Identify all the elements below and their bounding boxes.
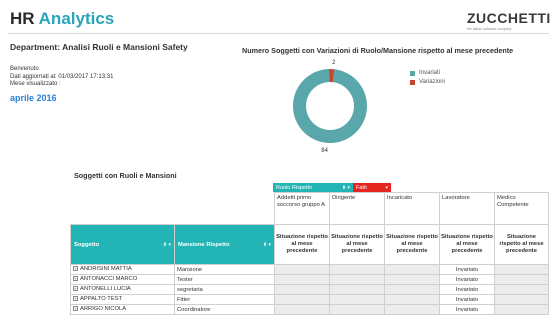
slice-label-variazioni: 2 [332,60,336,66]
info-block: Benvenuto Dati aggiornati al: 01/03/2017… [10,66,113,89]
cell-empty [274,274,330,285]
situation-header: Situazione rispetto al mese precedente [439,224,495,265]
header-divider [8,33,549,34]
situation-header: Situazione rispetto al mese precedente [384,224,440,265]
logo-wordmark: ZUCCHETTI [467,10,551,26]
table-row[interactable]: + ANTONELLI LUCIA segretaria Invariato [70,284,549,295]
welcome-text: Benvenuto [10,66,39,72]
updated-text: Dati aggiornati al: 01/03/2017 17:13:31 [10,73,114,80]
cell-empty [384,294,440,305]
corner-blank [70,192,275,225]
role-header: Medico Competente [494,192,549,225]
cell-empty [494,304,549,315]
cell-soggetto[interactable]: + ANTONACCI MARCO [70,274,175,285]
app-title-analytics: Analytics [38,9,115,28]
cell-empty [329,264,385,275]
soggetto-name: ANDRISINI MATTIA [80,266,132,273]
situation-header: Situazione rispetto al mese precedente [329,224,385,265]
soggetto-name: ANTONACCI MARCO [80,276,138,283]
column-header-soggetto[interactable]: Soggetto ⬍ ▾ [70,224,175,265]
legend-swatch [410,79,415,85]
soggetto-name: ANTONELLI LUCIA [80,286,131,293]
department-title: Department: Analisi Ruoli e Mansioni Saf… [10,42,188,52]
column-header-mansione[interactable]: Mansione Rispetto ⬍ ▾ [174,224,275,265]
role-header: Lavoratore [439,192,495,225]
cell-empty [274,284,330,295]
cell-status: Invariato [439,284,495,295]
month-value[interactable]: aprile 2016 [10,93,57,103]
slice-label-invariati: 84 [321,148,328,154]
cell-mansione: Mansione [174,264,275,275]
situation-header: Situazione rispetto al mese precedente [274,224,330,265]
soggetto-name: APPALTO TEST [80,296,123,303]
sort-filter-icon[interactable]: ⬍ ▾ [163,242,171,248]
donut-chart: 84 2 [293,60,367,154]
cell-status: Invariato [439,274,495,285]
cell-soggetto[interactable]: + APPALTO TEST [70,294,175,305]
filter-label: Fatti [356,184,367,191]
role-header: Incaricato [384,192,440,225]
cell-soggetto[interactable]: + ARRIGO NICOLA [70,304,175,315]
cell-soggetto[interactable]: + ANDRISINI MATTIA [70,264,175,275]
cell-mansione: segretaria [174,284,275,295]
table-row[interactable]: + ARRIGO NICOLA Coordinatore Invariato [70,304,549,315]
cell-status: Invariato [439,304,495,315]
cell-empty [329,304,385,315]
filter-fatti[interactable]: Fatti ▾ [353,183,391,192]
cell-empty [274,264,330,275]
table-row[interactable]: + ANDRISINI MATTIA Mansione Invariato [70,264,549,275]
filter-label: Ruolo Rispetto [276,184,313,191]
cell-empty [494,264,549,275]
legend-swatch [410,70,415,76]
legend-label: Variazioni [419,79,445,85]
filter-bar: Ruolo Rispetto ⬍ ▾ Fatti ▾ [273,183,391,192]
filter-dropdown-icon[interactable]: ▾ [385,185,388,191]
table-row[interactable]: + ANTONACCI MARCO Tester Invariato [70,274,549,285]
cell-empty [384,284,440,295]
cell-empty [384,274,440,285]
cell-status: Invariato [439,294,495,305]
expand-icon[interactable]: + [73,286,78,292]
cell-mansione: Fitter [174,294,275,305]
cell-empty [384,304,440,315]
app-title-hr: HR [10,9,35,28]
cell-empty [384,264,440,275]
expand-icon[interactable]: + [73,306,78,312]
header-label: Soggetto [74,241,100,248]
cell-empty [494,284,549,295]
cell-mansione: Tester [174,274,275,285]
chart-legend: Invariati Variazioni [410,70,445,88]
table-title: Soggetti con Ruoli e Mansioni [74,171,177,180]
logo-tagline: the italian software company [467,27,512,31]
cell-empty [329,274,385,285]
cell-empty [329,294,385,305]
expand-icon[interactable]: + [73,296,78,302]
filter-dropdown-icon[interactable]: ⬍ ▾ [342,185,350,191]
cell-mansione: Coordinatore [174,304,275,315]
cell-empty [329,284,385,295]
cell-empty [274,304,330,315]
cell-soggetto[interactable]: + ANTONELLI LUCIA [70,284,175,295]
cell-empty [494,274,549,285]
legend-item-variazioni[interactable]: Variazioni [410,79,445,85]
pivot-table: Addetti primo soccorso gruppo A Dirigent… [70,192,549,315]
sort-filter-icon[interactable]: ⬍ ▾ [263,242,271,248]
expand-icon[interactable]: + [73,276,78,282]
expand-icon[interactable]: + [73,266,78,272]
app-title: HR Analytics [10,9,114,29]
chart-title: Numero Soggetti con Variazioni di Ruolo/… [242,46,514,55]
header-label: Mansione Rispetto [178,241,230,248]
situation-header: Situazione rispetto al mese precedente [494,224,549,265]
month-label: Mese visualizzato : [10,81,61,87]
cell-empty [274,294,330,305]
legend-label: Invariati [419,70,441,76]
legend-item-invariati[interactable]: Invariati [410,70,445,76]
cell-status: Invariato [439,264,495,275]
role-header: Addetti primo soccorso gruppo A [274,192,330,225]
soggetto-name: ARRIGO NICOLA [80,306,127,313]
filter-ruolo-rispetto[interactable]: Ruolo Rispetto ⬍ ▾ [273,183,353,192]
cell-empty [494,294,549,305]
table-row[interactable]: + APPALTO TEST Fitter Invariato [70,294,549,305]
role-header: Dirigente [329,192,385,225]
